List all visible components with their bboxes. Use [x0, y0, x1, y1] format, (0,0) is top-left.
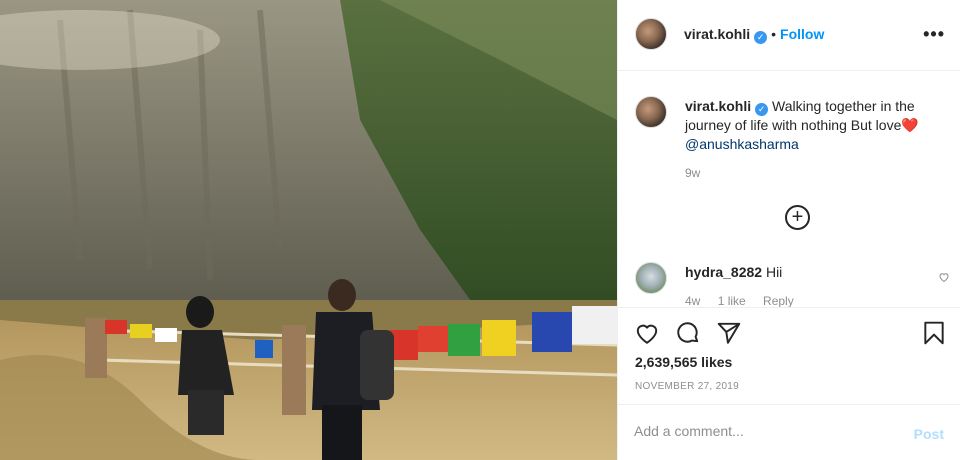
share-icon[interactable]: [716, 320, 742, 346]
heart-emoji: ❤️: [901, 117, 919, 133]
comment-likes[interactable]: 1 like: [718, 294, 746, 307]
comment-meta: 4w 1 like Reply: [685, 294, 808, 307]
post-photo[interactable]: [0, 0, 617, 460]
post-details-panel: virat.kohli ✓ • Follow ••• virat.kohli ✓ Wal…: [617, 0, 960, 460]
post-button[interactable]: Post: [914, 426, 944, 442]
verified-icon: ✓: [755, 103, 769, 116]
likes-count[interactable]: 2,639,565 likes: [635, 354, 732, 370]
caption: virat.kohli ✓ Walking together in the jou…: [685, 97, 945, 154]
caption-time[interactable]: 9w: [685, 166, 700, 180]
post-photo-scene: [0, 0, 617, 460]
comment-time[interactable]: 4w: [685, 294, 700, 307]
verified-icon: ✓: [754, 31, 768, 44]
comment-input[interactable]: [634, 423, 894, 439]
comment-reply-button[interactable]: Reply: [763, 294, 794, 307]
comment-text: Hii: [765, 264, 783, 280]
comment-item: hydra_8282 Hii: [685, 264, 782, 280]
author-username[interactable]: virat.kohli: [684, 26, 750, 42]
caption-username[interactable]: virat.kohli: [685, 98, 751, 114]
post-actions: 2,639,565 likes NOVEMBER 27, 2019: [618, 307, 960, 404]
caption-mention[interactable]: @anushkasharma: [685, 136, 799, 152]
heart-icon[interactable]: [634, 320, 660, 346]
bookmark-icon[interactable]: [921, 320, 947, 346]
author-line: virat.kohli ✓ • Follow: [684, 26, 824, 44]
author-avatar[interactable]: [635, 18, 667, 50]
comment-username[interactable]: hydra_8282: [685, 264, 762, 280]
comment-icon[interactable]: [675, 320, 701, 346]
separator-dot: •: [771, 26, 777, 42]
comment-avatar[interactable]: [635, 262, 667, 294]
post-date[interactable]: NOVEMBER 27, 2019: [635, 381, 739, 392]
comments-list[interactable]: virat.kohli ✓ Walking together in the jou…: [618, 72, 960, 307]
comment-heart-icon[interactable]: [938, 271, 950, 286]
plus-icon[interactable]: +: [785, 205, 810, 230]
more-icon[interactable]: •••: [923, 24, 945, 45]
caption-avatar[interactable]: [635, 96, 667, 128]
post-header: virat.kohli ✓ • Follow •••: [618, 0, 960, 71]
add-comment-bar: Post: [618, 404, 960, 460]
follow-button[interactable]: Follow: [780, 26, 824, 42]
